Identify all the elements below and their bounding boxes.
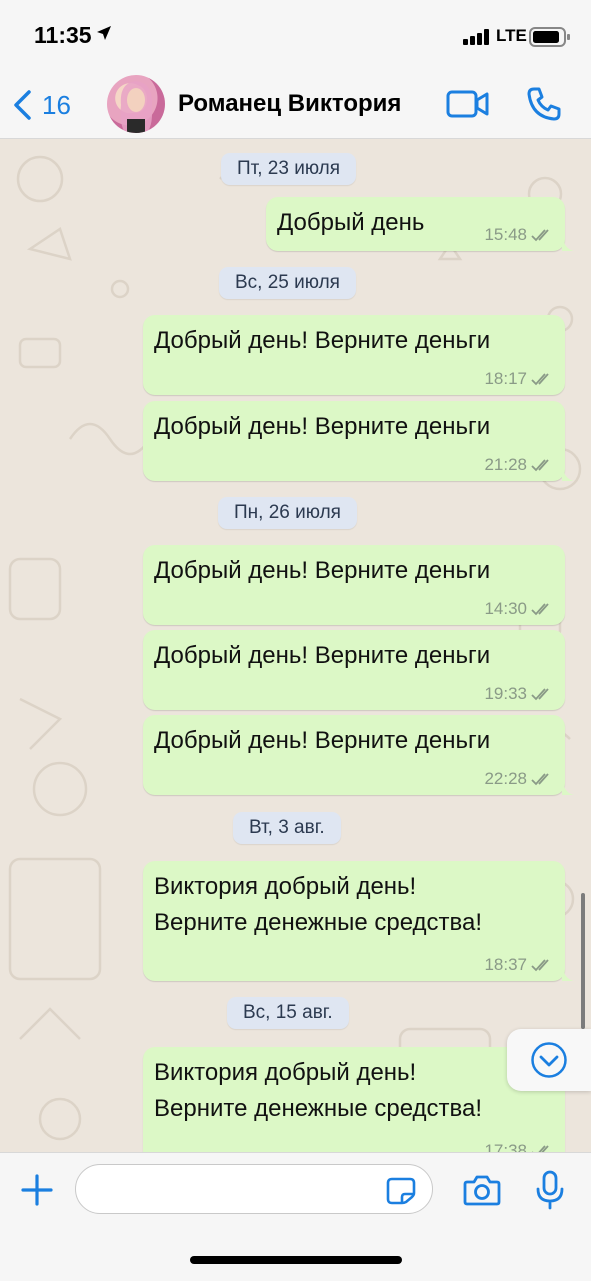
message-text: Добрый день bbox=[277, 209, 425, 236]
date-separator: Пт, 23 июля bbox=[221, 153, 357, 185]
input-bar bbox=[0, 1152, 591, 1281]
back-button[interactable]: 16 bbox=[12, 87, 71, 123]
message-meta: 21:28 bbox=[484, 455, 553, 475]
message-bubble[interactable]: Виктория добрый день! Верните денежные с… bbox=[143, 1047, 565, 1152]
message-time: 22:28 bbox=[484, 769, 527, 788]
double-check-icon bbox=[531, 373, 549, 386]
message-meta: 19:33 bbox=[484, 684, 553, 704]
location-arrow-icon bbox=[97, 26, 111, 40]
back-chevron-icon bbox=[14, 90, 31, 120]
bubble-tail bbox=[562, 965, 574, 981]
double-check-icon bbox=[531, 959, 549, 972]
date-separator: Вс, 25 июля bbox=[219, 267, 356, 299]
message-text: Добрый день! Верните деньги bbox=[154, 557, 491, 584]
phone-call-icon[interactable] bbox=[526, 86, 562, 122]
message-text: Добрый день! Верните деньги bbox=[154, 413, 491, 440]
chat-scrollbar[interactable] bbox=[581, 893, 585, 1029]
battery-icon bbox=[529, 27, 570, 47]
bubble-tail bbox=[562, 779, 574, 795]
home-indicator bbox=[190, 1256, 402, 1264]
chevron-down-circle-icon bbox=[531, 1042, 567, 1078]
network-type: LTE bbox=[496, 26, 527, 45]
message-time: 14:30 bbox=[484, 599, 527, 618]
message-time: 18:17 bbox=[484, 369, 527, 388]
message-meta: 17:38 bbox=[484, 1141, 553, 1152]
contact-name[interactable]: Романец Виктория bbox=[178, 90, 401, 118]
message-time: 21:28 bbox=[484, 455, 527, 474]
message-meta: 22:28 bbox=[484, 769, 553, 789]
message-bubble[interactable]: Добрый день! Верните деньги 18:17 bbox=[143, 315, 565, 395]
message-meta: 18:17 bbox=[484, 369, 553, 389]
bubble-tail bbox=[562, 465, 574, 481]
message-time: 18:37 bbox=[484, 955, 527, 974]
avatar[interactable] bbox=[107, 75, 165, 133]
double-check-icon bbox=[532, 1145, 549, 1152]
message-text: Добрый день! Верните деньги bbox=[154, 327, 491, 354]
video-call-icon[interactable] bbox=[446, 88, 490, 120]
date-separator: Вс, 15 авг. bbox=[227, 997, 349, 1029]
plus-icon[interactable] bbox=[20, 1173, 54, 1207]
message-text: Добрый день! Верните деньги bbox=[154, 642, 491, 669]
message-meta: 14:30 bbox=[484, 599, 553, 619]
bubble-tail bbox=[562, 235, 574, 251]
double-check-icon bbox=[531, 459, 549, 472]
status-bar: 11:35 LTE bbox=[0, 0, 591, 74]
scroll-to-bottom-button[interactable] bbox=[507, 1029, 591, 1091]
date-separator: Вт, 3 авг. bbox=[233, 812, 341, 844]
message-meta: 18:37 bbox=[484, 955, 553, 975]
chat-area[interactable]: Пт, 23 июля Добрый день 15:48 Вс, 25 июл… bbox=[0, 139, 591, 1152]
message-text: Добрый день! Верните деньги bbox=[154, 727, 491, 754]
unread-count: 16 bbox=[42, 89, 71, 120]
double-check-icon bbox=[531, 773, 549, 786]
message-text: Виктория добрый день! Верните денежные с… bbox=[154, 1059, 483, 1122]
microphone-icon[interactable] bbox=[535, 1170, 565, 1210]
message-bubble[interactable]: Добрый день! Верните деньги 14:30 bbox=[143, 545, 565, 625]
camera-icon[interactable] bbox=[463, 1173, 501, 1207]
message-bubble[interactable]: Добрый день! Верните деньги 21:28 bbox=[143, 401, 574, 481]
double-check-icon bbox=[531, 603, 549, 616]
message-bubble[interactable]: Добрый день! Верните деньги 19:33 bbox=[143, 630, 565, 710]
message-bubble[interactable]: Виктория добрый день! Верните денежные с… bbox=[143, 861, 574, 981]
message-time: 17:38 bbox=[484, 1141, 527, 1152]
message-input[interactable] bbox=[75, 1164, 433, 1214]
avatar-image bbox=[120, 81, 153, 133]
sticker-icon[interactable] bbox=[386, 1177, 416, 1205]
double-check-icon bbox=[531, 229, 549, 242]
date-separator: Пн, 26 июля bbox=[218, 497, 357, 529]
message-bubble[interactable]: Добрый день 15:48 bbox=[266, 197, 574, 251]
double-check-icon bbox=[531, 688, 549, 701]
signal-bars-icon bbox=[463, 29, 491, 45]
message-bubble[interactable]: Добрый день! Верните деньги 22:28 bbox=[143, 715, 574, 795]
message-time: 19:33 bbox=[484, 684, 527, 703]
message-text: Виктория добрый день! Верните денежные с… bbox=[154, 873, 483, 936]
status-time: 11:35 bbox=[34, 22, 92, 48]
message-meta: 15:48 bbox=[484, 225, 553, 245]
chat-header: 16 Романец Виктория bbox=[0, 74, 591, 139]
message-time: 15:48 bbox=[484, 225, 527, 244]
